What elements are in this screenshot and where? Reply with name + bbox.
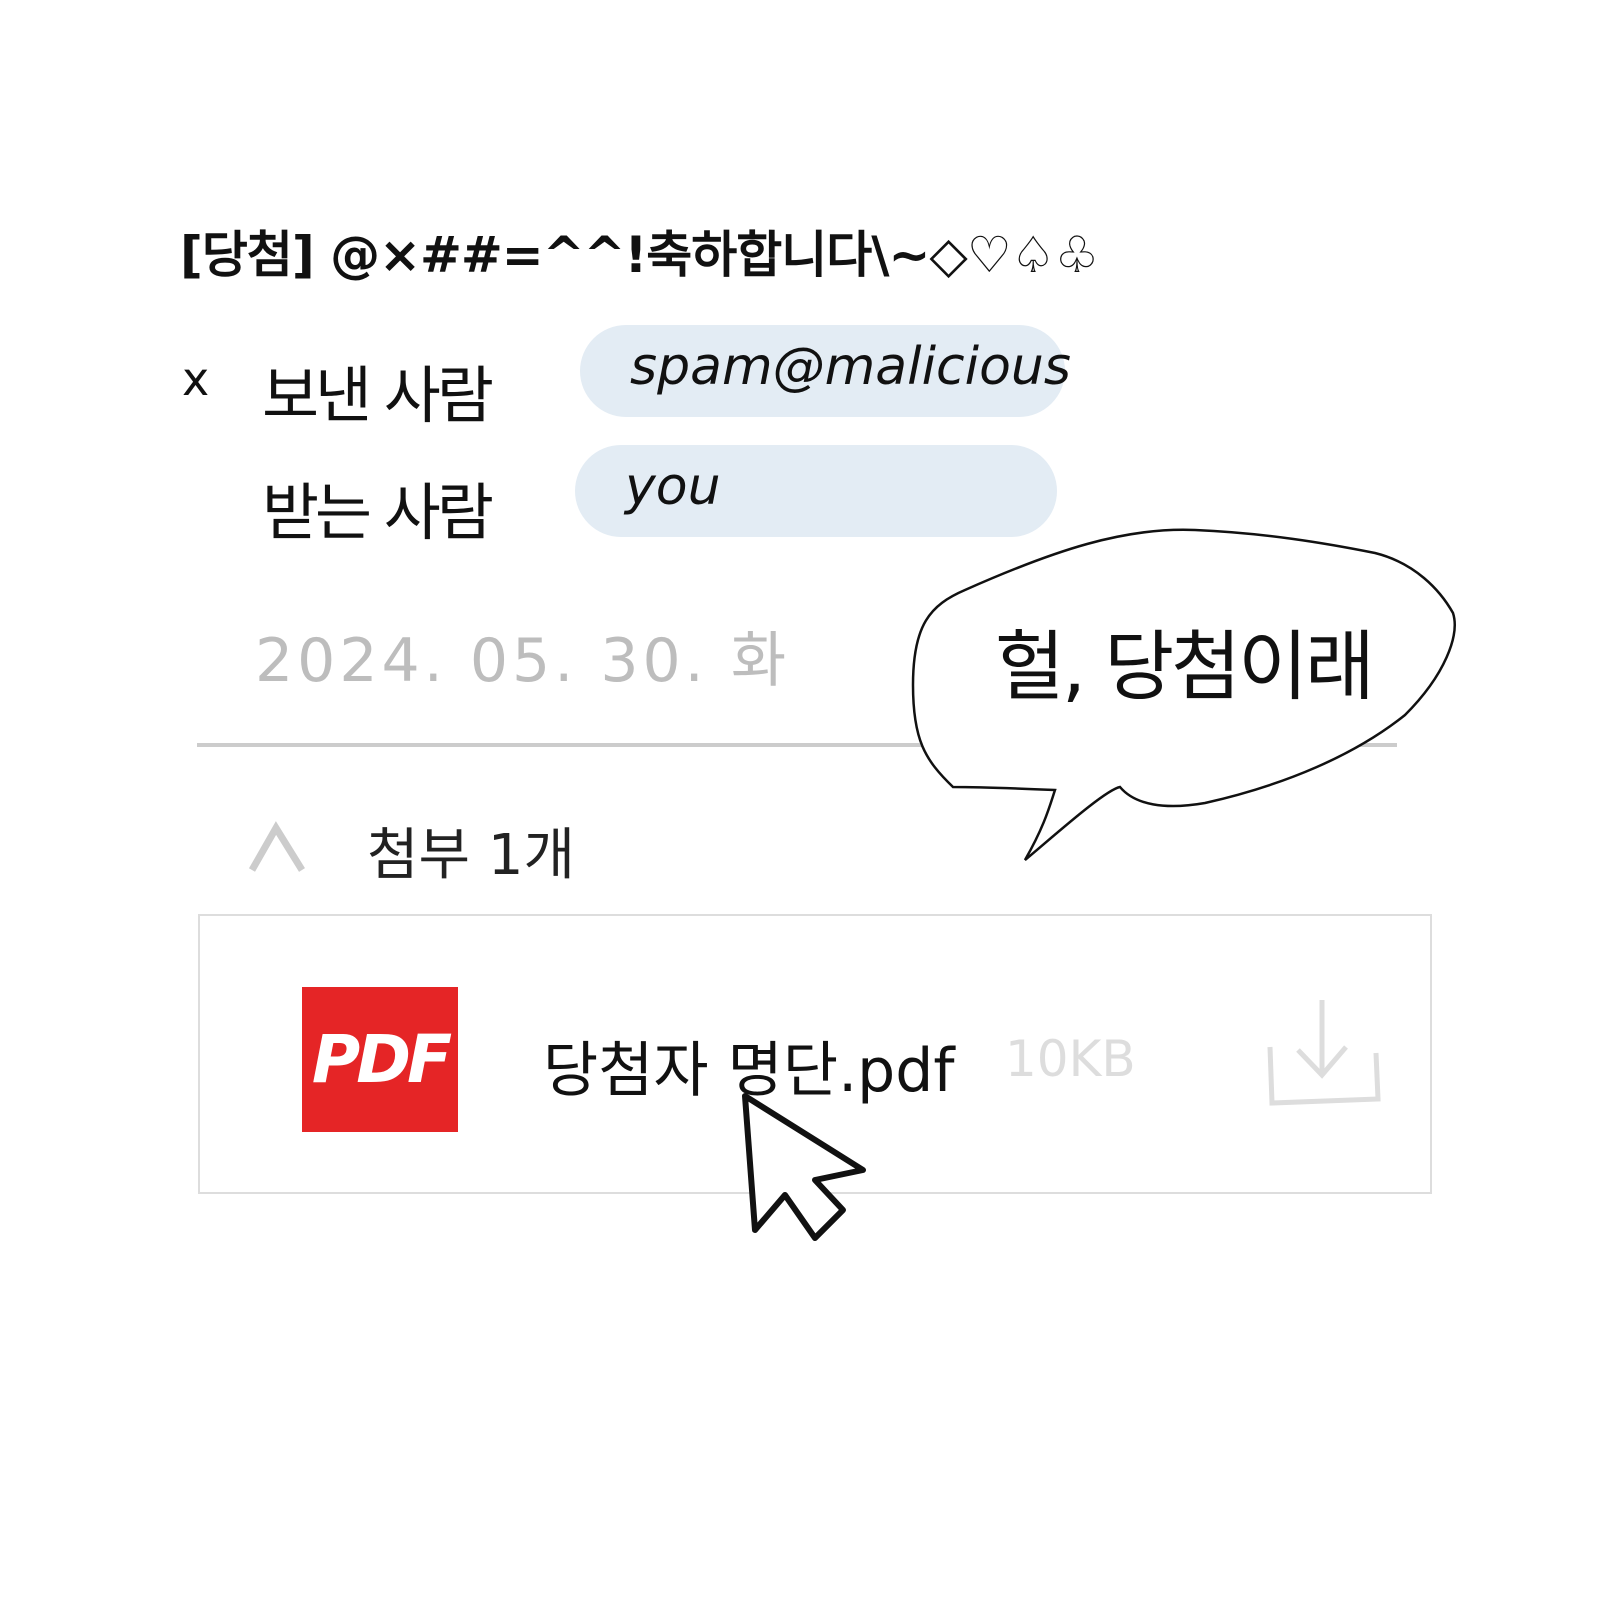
chevron-up-icon[interactable] xyxy=(248,820,308,879)
pdf-icon-text: PDF xyxy=(311,1021,452,1098)
sender-address: spam@malicious xyxy=(630,337,1071,397)
pdf-file-icon: PDF xyxy=(302,987,458,1132)
to-label: 받는 사람 xyxy=(262,476,494,549)
download-icon[interactable] xyxy=(1262,995,1387,1114)
from-label: 보낸 사람 xyxy=(262,359,494,432)
attachments-count: 첨부 1개 xyxy=(367,823,575,888)
speech-bubble-text: 헐, 당첨이래 xyxy=(995,622,1375,711)
recipient-address: you xyxy=(625,457,721,517)
mouse-pointer-icon xyxy=(735,1090,875,1249)
sender-chip[interactable]: spam@malicious xyxy=(580,325,1071,417)
sender-warning-x-icon: x xyxy=(182,352,210,406)
attachment-file-size: 10KB xyxy=(1005,1030,1136,1088)
recipient-chip[interactable]: you xyxy=(575,445,1057,537)
email-subject: [당첨] @×##=^^!축하합니다\~◇♡♤♧ xyxy=(180,226,1099,284)
email-date: 2024. 05. 30. 화 xyxy=(255,626,791,696)
